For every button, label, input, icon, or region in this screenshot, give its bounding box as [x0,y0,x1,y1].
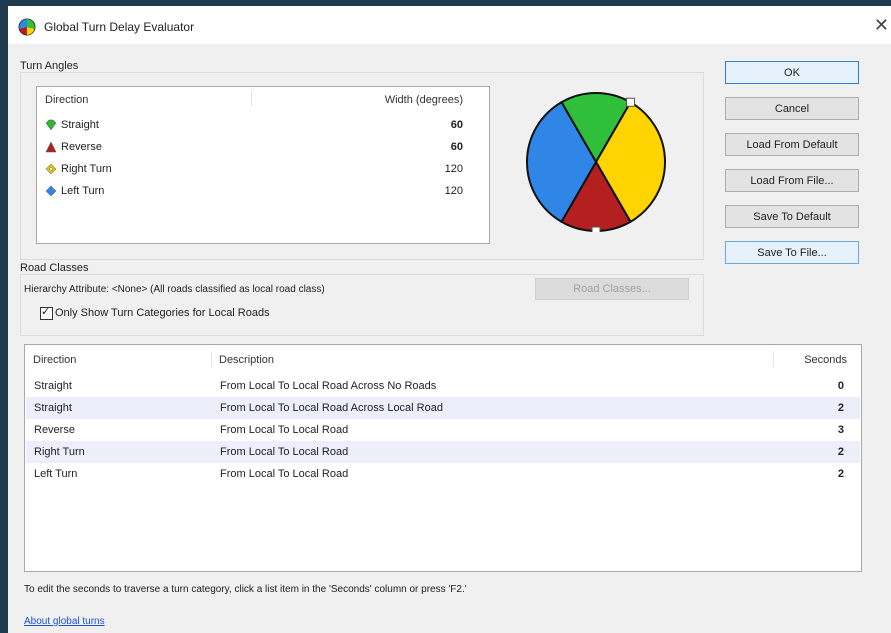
turn-angle-row[interactable]: Reverse 60 [37,136,489,158]
turn-angles-list-header: Direction Width (degrees) [37,87,489,109]
about-global-turns-link[interactable]: About global turns [24,616,105,627]
turn-angles-list[interactable]: Direction Width (degrees) Straight 60 Reve… [36,86,490,244]
row-seconds[interactable]: 2 [838,468,844,480]
seconds-column-header[interactable]: Seconds [804,354,847,366]
turn-angle-direction: Straight [61,119,99,131]
description-column-header[interactable]: Description [219,354,274,366]
turn-angle-row[interactable]: Right Turn 120 [37,158,489,180]
turn-category-row[interactable]: Straight From Local To Local Road Across … [26,375,860,397]
save-to-default-button[interactable]: Save To Default [725,205,859,228]
window-title: Global Turn Delay Evaluator [44,20,195,34]
turn-angle-width[interactable]: 120 [445,185,463,197]
turn-angle-row[interactable]: Straight 60 [37,114,489,136]
turn-angles-pie-chart[interactable] [521,92,671,232]
row-direction: Reverse [34,424,75,436]
road-classes-group-label: Road Classes [20,262,89,274]
column-divider [211,351,212,367]
turn-angles-direction-header[interactable]: Direction [45,94,88,106]
road-classes-button[interactable]: Road Classes... [535,278,689,300]
turn-angle-direction: Reverse [61,141,102,153]
direction-column-header[interactable]: Direction [33,354,76,366]
turn-angle-direction: Right Turn [61,163,112,175]
turn-angle-width[interactable]: 60 [451,141,463,153]
pie-drag-handle[interactable] [591,226,601,232]
turn-angle-width[interactable]: 60 [451,119,463,131]
row-direction: Right Turn [34,446,85,458]
save-to-file-button[interactable]: Save To File... [725,241,859,264]
close-icon[interactable]: ✕ [874,15,889,36]
title-bar: Global Turn Delay Evaluator ✕ [8,6,891,44]
turn-category-row[interactable]: Straight From Local To Local Road Across … [26,397,860,419]
row-seconds[interactable]: 2 [838,446,844,458]
turn-category-row[interactable]: Right Turn From Local To Local Road 2 [26,441,860,463]
row-direction: Straight [34,380,72,392]
pie-drag-handle[interactable] [626,97,635,107]
row-seconds[interactable]: 3 [838,424,844,436]
blue-arrow-icon [45,185,57,197]
row-description: From Local To Local Road [220,424,349,436]
cancel-button[interactable]: Cancel [725,97,859,120]
yellow-arrow-icon [45,163,57,175]
row-direction: Left Turn [34,468,78,480]
row-seconds[interactable]: 0 [838,380,844,392]
turn-angle-row[interactable]: Left Turn 120 [37,180,489,202]
turn-categories-header: Direction Description Seconds [25,345,861,373]
column-divider [773,351,774,367]
row-description: From Local To Local Road Across Local Ro… [220,402,443,414]
row-description: From Local To Local Road [220,468,349,480]
turn-category-row[interactable]: Reverse From Local To Local Road 3 [26,419,860,441]
row-direction: Straight [34,402,72,414]
load-from-file-button[interactable]: Load From File... [725,169,859,192]
row-description: From Local To Local Road [220,446,349,458]
row-seconds[interactable]: 2 [838,402,844,414]
turn-angle-width[interactable]: 120 [445,163,463,175]
turn-angle-direction: Left Turn [61,185,105,197]
row-description: From Local To Local Road Across No Roads [220,380,437,392]
turn-angles-group-label: Turn Angles [20,60,79,72]
dialog-window: Global Turn Delay Evaluator ✕ Turn Angle… [8,6,891,633]
turn-categories-table[interactable]: Direction Description Seconds Straight Fr… [24,344,862,572]
edit-seconds-hint: To edit the seconds to traverse a turn c… [24,584,467,595]
turn-category-row[interactable]: Left Turn From Local To Local Road 2 [26,463,860,485]
checkmark-icon: ✓ [41,306,51,318]
local-roads-checkbox-label[interactable]: Only Show Turn Categories for Local Road… [55,307,270,319]
column-divider [251,90,252,106]
red-triangle-icon [45,141,57,153]
load-from-default-button[interactable]: Load From Default [725,133,859,156]
turn-evaluator-app-icon [18,18,36,36]
local-roads-checkbox[interactable]: ✓ [40,306,53,320]
turn-angles-width-header[interactable]: Width (degrees) [385,94,463,106]
ok-button[interactable]: OK [725,61,859,84]
hierarchy-attribute-text: Hierarchy Attribute: <None> (All roads c… [24,284,325,295]
green-diamond-icon [45,119,57,131]
